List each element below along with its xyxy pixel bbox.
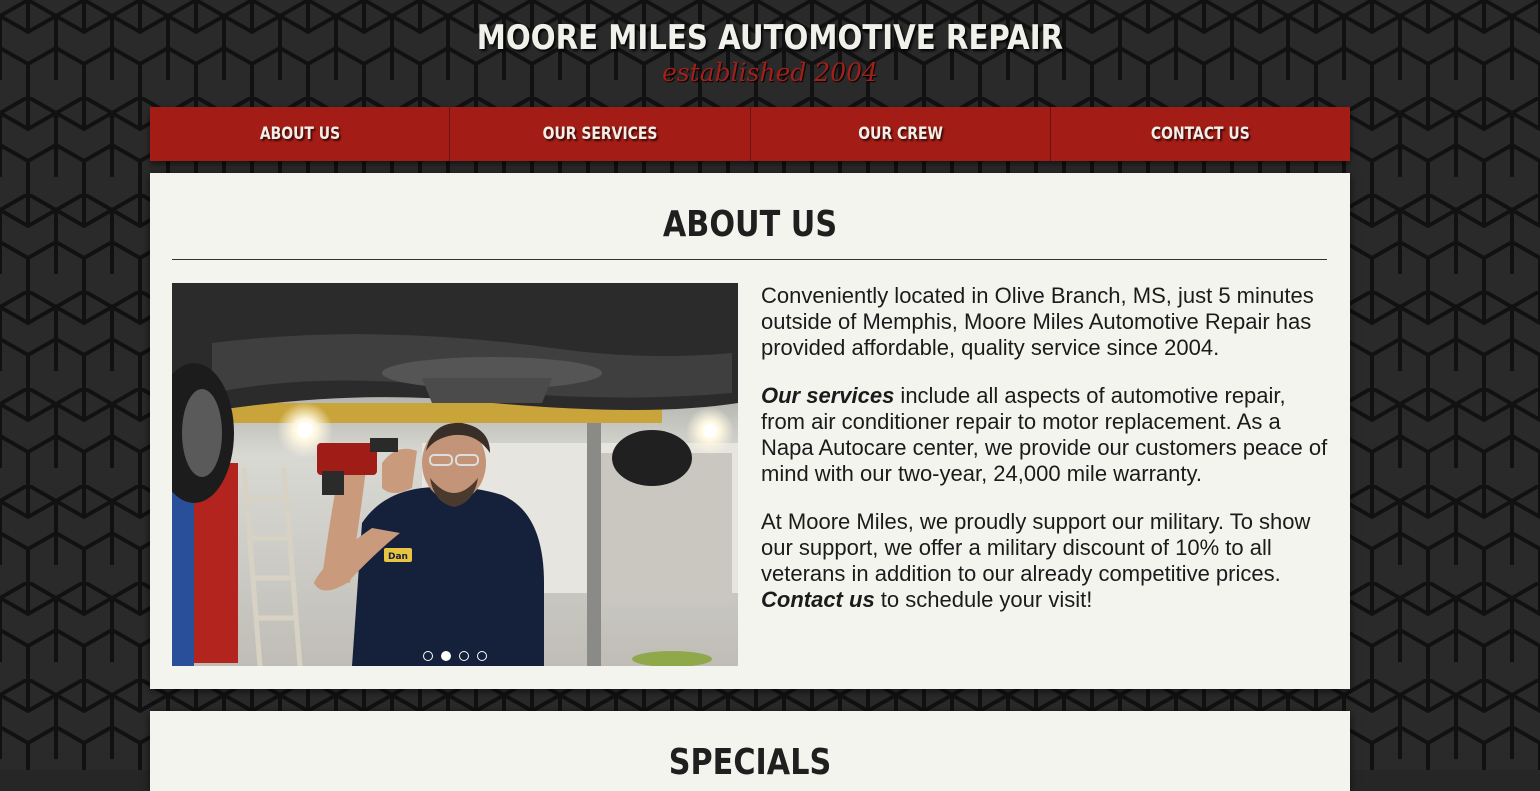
main-nav: ABOUT US OUR SERVICES OUR CREW CONTACT U… — [150, 107, 1350, 161]
nav-item-about-us[interactable]: ABOUT US — [150, 107, 451, 161]
paragraph-text: to schedule your visit! — [874, 587, 1093, 612]
mechanic-photo: Dan — [172, 283, 738, 666]
about-paragraph-1: Conveniently located in Olive Branch, MS… — [761, 283, 1314, 360]
slide-indicator-2[interactable] — [441, 651, 451, 661]
slide-indicator-4[interactable] — [477, 651, 487, 661]
contact-us-link[interactable]: Contact us — [761, 587, 875, 612]
nav-item-our-crew[interactable]: OUR CREW — [751, 107, 1051, 161]
nav-item-label: OUR CREW — [857, 124, 943, 144]
heading-divider — [172, 259, 1327, 260]
slideshow-dots — [172, 651, 738, 661]
specials-section: SPECIALS — [150, 711, 1350, 791]
paragraph-text: At Moore Miles, we proudly support our m… — [761, 509, 1311, 586]
about-text: Conveniently located in Olive Branch, MS… — [761, 283, 1331, 635]
name-badge: Dan — [388, 552, 408, 562]
slide-indicator-1[interactable] — [423, 651, 433, 661]
about-paragraph-3: At Moore Miles, we proudly support our m… — [761, 509, 1331, 613]
about-section: ABOUT US Dan Conveniently located in Oli… — [150, 173, 1350, 689]
nav-item-our-services[interactable]: OUR SERVICES — [450, 107, 751, 161]
site-title[interactable]: MOORE MILES AUTOMOTIVE REPAIR — [108, 18, 1432, 58]
nav-item-contact-us[interactable]: CONTACT US — [1051, 107, 1350, 161]
tagline: established 2004 — [662, 58, 878, 87]
section-heading: ABOUT US — [662, 204, 838, 245]
our-services-link[interactable]: Our services — [761, 383, 894, 408]
site-header: MOORE MILES AUTOMOTIVE REPAIR establishe… — [0, 0, 1540, 100]
section-heading: SPECIALS — [668, 742, 832, 783]
nav-item-label: ABOUT US — [259, 124, 340, 144]
nav-item-label: CONTACT US — [1150, 124, 1250, 144]
nav-item-label: OUR SERVICES — [542, 124, 658, 144]
about-paragraph-2: Our services include all aspects of auto… — [761, 383, 1331, 487]
photo-slideshow[interactable]: Dan — [172, 283, 738, 666]
slide-indicator-3[interactable] — [459, 651, 469, 661]
